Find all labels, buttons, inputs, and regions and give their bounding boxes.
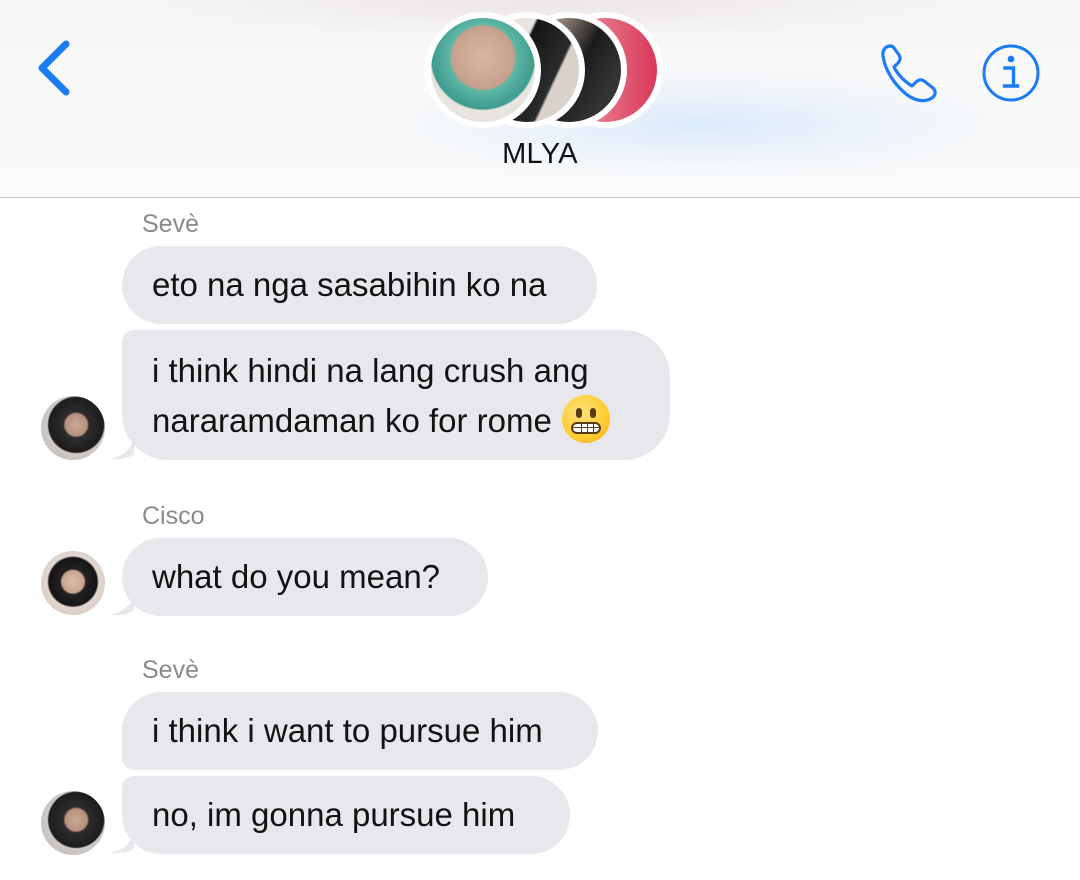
- member-avatar: [425, 12, 541, 128]
- conversation-header: MLYA: [0, 0, 1080, 198]
- message-text-line: nararamdaman ko for rome: [152, 402, 552, 439]
- sender-name: Cisco: [142, 502, 205, 530]
- info-button[interactable]: [980, 42, 1042, 104]
- message-bubble[interactable]: no, im gonna pursue him: [122, 776, 570, 854]
- avatar[interactable]: [41, 551, 105, 615]
- message-text: no, im gonna pursue him: [152, 796, 516, 833]
- chevron-left-icon: [38, 40, 70, 96]
- back-button[interactable]: [32, 36, 82, 100]
- message-bubble[interactable]: what do you mean?: [122, 538, 488, 616]
- group-title[interactable]: MLYA: [0, 138, 1080, 171]
- sender-name: Sevè: [142, 210, 199, 238]
- info-icon: [982, 44, 1040, 102]
- avatar[interactable]: [41, 791, 105, 855]
- group-avatar-stack[interactable]: [425, 6, 665, 128]
- sender-name: Sevè: [142, 656, 199, 684]
- message-text: i think i want to pursue him: [152, 712, 543, 749]
- message-text: what do you mean?: [152, 558, 441, 595]
- message-bubble[interactable]: i think i want to pursue him: [122, 692, 598, 770]
- message-bubble[interactable]: i think hindi na lang crush ang nararamd…: [122, 330, 670, 460]
- call-button[interactable]: [876, 40, 942, 106]
- bubble-tail: [110, 832, 134, 854]
- phone-icon: [881, 44, 937, 103]
- message-text-line: i think hindi na lang crush ang: [152, 352, 589, 389]
- message-text: eto na nga sasabihin ko na: [152, 266, 547, 303]
- bubble-tail: [110, 594, 134, 616]
- grimacing-face-icon: [561, 395, 610, 444]
- bubble-tail: [110, 438, 134, 460]
- avatar[interactable]: [41, 396, 105, 460]
- message-bubble[interactable]: eto na nga sasabihin ko na: [122, 246, 597, 324]
